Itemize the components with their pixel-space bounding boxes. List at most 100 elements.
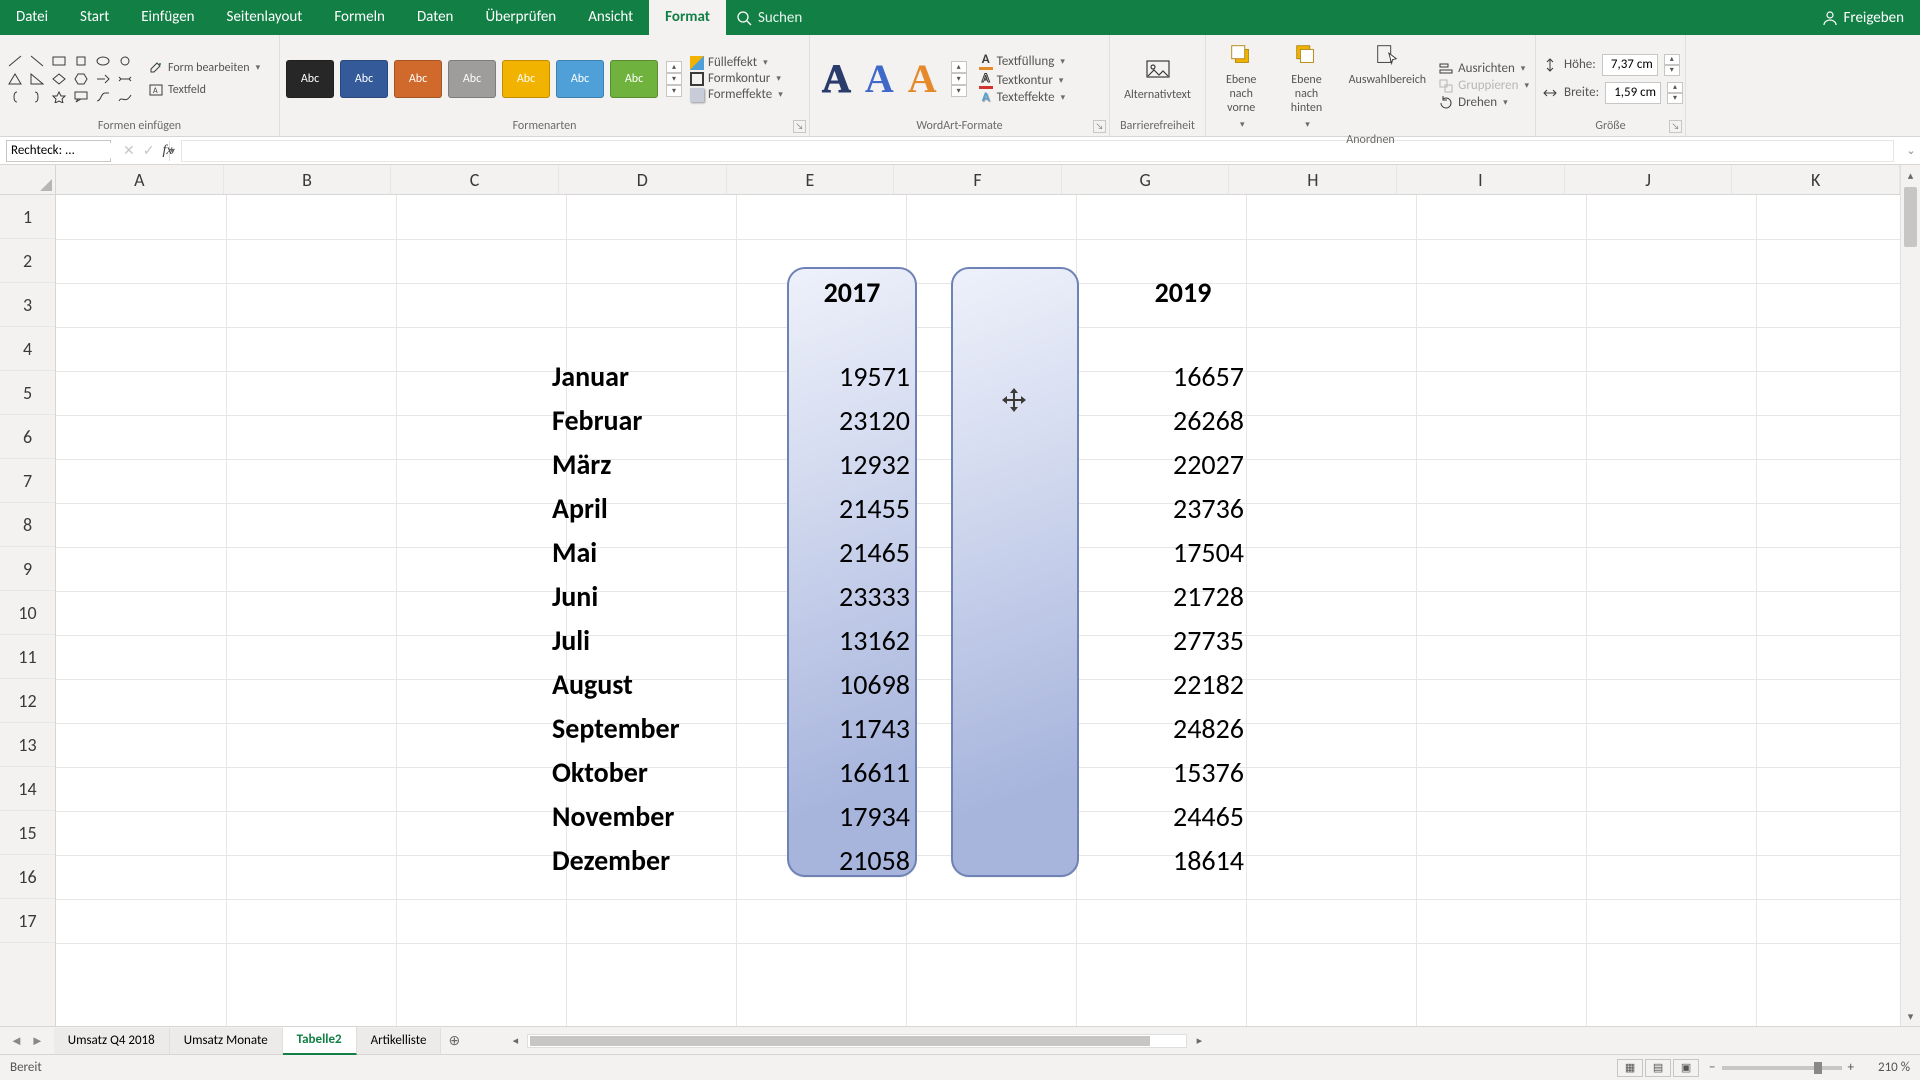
tab-format[interactable]: Format: [649, 0, 726, 35]
hscroll-right-icon[interactable]: ▸: [1191, 1034, 1207, 1047]
text-effects-button[interactable]: ATexteffekte▾: [979, 90, 1065, 105]
bring-forward-button[interactable]: Ebene nach vorne▾: [1212, 39, 1270, 132]
sheet-tab-1[interactable]: Umsatz Monate: [170, 1028, 283, 1054]
shape-circle-icon[interactable]: [116, 53, 134, 69]
shape-rect-icon[interactable]: [50, 53, 68, 69]
hscroll-left-icon[interactable]: ◂: [507, 1034, 523, 1047]
style-swatch-gray[interactable]: Abc: [448, 60, 496, 98]
cancel-formula-icon[interactable]: ✕: [123, 142, 135, 159]
row-header-16[interactable]: 16: [0, 855, 55, 899]
row-header-2[interactable]: 2: [0, 239, 55, 283]
col-header-G[interactable]: G: [1062, 165, 1230, 194]
shape-hex-icon[interactable]: [72, 71, 90, 87]
tab-seitenlayout[interactable]: Seitenlayout: [211, 0, 319, 35]
shape-outline-button[interactable]: Formkontur▾: [690, 71, 783, 86]
tab-start[interactable]: Start: [64, 0, 125, 35]
width-spinner[interactable]: ▴▾: [1667, 82, 1683, 104]
shape-line-icon[interactable]: [6, 53, 24, 69]
zoom-in-button[interactable]: +: [1848, 1060, 1854, 1075]
zoom-out-button[interactable]: −: [1709, 1060, 1715, 1075]
col-header-F[interactable]: F: [894, 165, 1062, 194]
formula-input[interactable]: [181, 140, 1894, 162]
style-swatch-blue[interactable]: Abc: [556, 60, 604, 98]
shape-darrow-icon[interactable]: [116, 71, 134, 87]
col-header-I[interactable]: I: [1397, 165, 1565, 194]
sheet-nav-next[interactable]: ►: [31, 1033, 44, 1049]
insert-function-icon[interactable]: fx: [162, 143, 172, 159]
row-header-15[interactable]: 15: [0, 811, 55, 855]
row-header-17[interactable]: 17: [0, 899, 55, 943]
horizontal-scrollbar[interactable]: ◂ ▸: [507, 1034, 1920, 1048]
sheet-tab-0[interactable]: Umsatz Q4 2018: [54, 1028, 170, 1054]
shape-callout-icon[interactable]: [72, 89, 90, 105]
tab-daten[interactable]: Daten: [401, 0, 469, 35]
row-header-9[interactable]: 9: [0, 547, 55, 591]
text-fill-button[interactable]: ATextfüllung▾: [979, 52, 1065, 70]
shape-rounded-rect-2[interactable]: [951, 267, 1079, 877]
tab-einfuegen[interactable]: Einfügen: [125, 0, 210, 35]
shape-oval-icon[interactable]: [94, 53, 112, 69]
width-input[interactable]: [1605, 82, 1661, 104]
vertical-scrollbar[interactable]: ▴ ▾: [1900, 165, 1920, 1026]
share-button[interactable]: Freigeben: [1822, 9, 1904, 27]
shape-triangle-icon[interactable]: [6, 71, 24, 87]
row-header-3[interactable]: 3: [0, 283, 55, 327]
col-header-H[interactable]: H: [1229, 165, 1397, 194]
enter-formula-icon[interactable]: ✓: [143, 142, 155, 159]
row-header-8[interactable]: 8: [0, 503, 55, 547]
zoom-slider[interactable]: [1722, 1066, 1842, 1070]
col-header-B[interactable]: B: [224, 165, 392, 194]
add-sheet-button[interactable]: ⊕: [441, 1032, 467, 1049]
column-headers[interactable]: ABCDEFGHIJK: [56, 165, 1900, 195]
col-header-A[interactable]: A: [56, 165, 224, 194]
shape-lbrace-icon[interactable]: [6, 89, 24, 105]
row-header-13[interactable]: 13: [0, 723, 55, 767]
style-swatch-black[interactable]: Abc: [286, 60, 334, 98]
tab-ueberpruefen[interactable]: Überprüfen: [469, 0, 572, 35]
shape-arrow-icon[interactable]: [94, 71, 112, 87]
cells-viewport[interactable]: 2017 2019 Januar1957116657Februar2312026…: [56, 195, 1900, 1026]
tab-formeln[interactable]: Formeln: [318, 0, 401, 35]
height-spinner[interactable]: ▴▾: [1664, 54, 1680, 76]
shape-style-gallery[interactable]: Abc Abc Abc Abc Abc Abc Abc ▴▾▾: [286, 60, 682, 98]
row-header-12[interactable]: 12: [0, 679, 55, 723]
shape-diamond-icon[interactable]: [50, 71, 68, 87]
shape-fill-button[interactable]: Fülleffekt▾: [690, 55, 783, 70]
row-header-10[interactable]: 10: [0, 591, 55, 635]
sheet-tab-3[interactable]: Artikelliste: [357, 1028, 442, 1054]
row-headers[interactable]: 1234567891011121314151617: [0, 195, 56, 1026]
rotate-button[interactable]: Drehen▾: [1438, 95, 1529, 111]
row-header-11[interactable]: 11: [0, 635, 55, 679]
wordart-style-outline[interactable]: A: [822, 59, 851, 99]
col-header-C[interactable]: C: [391, 165, 559, 194]
col-header-E[interactable]: E: [727, 165, 895, 194]
row-header-7[interactable]: 7: [0, 459, 55, 503]
edit-shape-button[interactable]: Form bearbeiten▾: [144, 58, 264, 78]
row-header-6[interactable]: 6: [0, 415, 55, 459]
wordart-style-orange[interactable]: A: [908, 59, 937, 99]
name-box[interactable]: ▾: [6, 140, 111, 162]
shape-rtriangle-icon[interactable]: [28, 71, 46, 87]
style-swatch-yellow[interactable]: Abc: [502, 60, 550, 98]
gallery-spinner[interactable]: ▴▾▾: [666, 61, 682, 97]
shape-freeform-icon[interactable]: [116, 89, 134, 105]
select-all-corner[interactable]: [0, 165, 56, 195]
sheet-nav-prev[interactable]: ◄: [10, 1033, 23, 1049]
shape-rbrace-icon[interactable]: [28, 89, 46, 105]
view-switcher[interactable]: ▦ ▤ ▣: [1617, 1059, 1699, 1077]
text-box-button[interactable]: A Textfeld: [144, 80, 264, 100]
align-button[interactable]: Ausrichten▾: [1438, 61, 1529, 77]
send-backward-button[interactable]: Ebene nach hinten▾: [1276, 39, 1336, 132]
shape-connector-icon[interactable]: [94, 89, 112, 105]
wordart-spinner[interactable]: ▴▾▾: [951, 61, 967, 97]
row-header-14[interactable]: 14: [0, 767, 55, 811]
view-page-layout-icon[interactable]: ▤: [1645, 1059, 1671, 1077]
sheet-tab-2[interactable]: Tabelle2: [283, 1027, 357, 1055]
shape-line2-icon[interactable]: [28, 53, 46, 69]
style-swatch-orange[interactable]: Abc: [394, 60, 442, 98]
shape-star-icon[interactable]: [50, 89, 68, 105]
expand-formula-bar-icon[interactable]: ⌄: [1902, 144, 1920, 157]
view-page-break-icon[interactable]: ▣: [1673, 1059, 1699, 1077]
shape-gallery[interactable]: [6, 53, 134, 105]
style-swatch-navy[interactable]: Abc: [340, 60, 388, 98]
